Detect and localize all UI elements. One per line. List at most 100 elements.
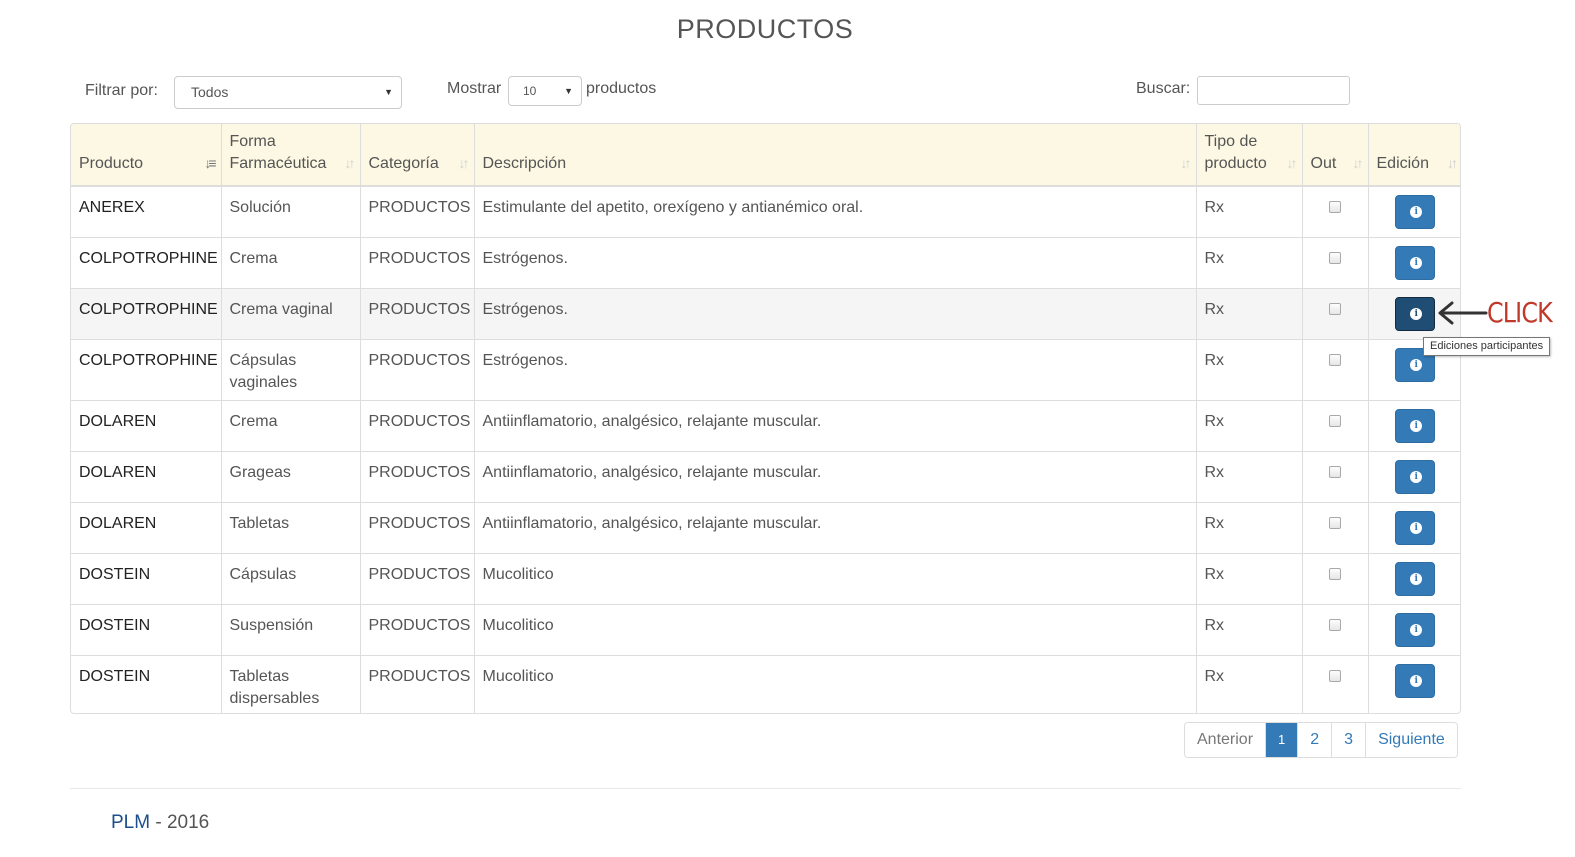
table-row: DOSTEIN Suspensión PRODUCTOS Mucolitico Rx i	[71, 603, 1460, 655]
category-cell: PRODUCTOS	[360, 399, 475, 451]
editions-info-button[interactable]: i	[1395, 663, 1436, 698]
editions-info-button[interactable]: i	[1395, 612, 1436, 647]
product-type-cell: Rx	[1196, 450, 1303, 502]
click-annotation: CLICK	[1487, 296, 1553, 329]
editions-info-button[interactable]: i	[1395, 459, 1436, 494]
page-size-value: 10	[523, 84, 537, 98]
out-checkbox[interactable]	[1329, 414, 1341, 427]
out-checkbox[interactable]	[1329, 516, 1341, 529]
category-cell: PRODUCTOS	[360, 603, 475, 655]
column-header-label: Forma Farmacéutica	[229, 133, 327, 172]
out-checkbox[interactable]	[1329, 567, 1341, 580]
product-type-cell: Rx	[1196, 654, 1303, 713]
category-cell: PRODUCTOS	[360, 185, 475, 237]
out-checkbox[interactable]	[1329, 251, 1341, 264]
products-table: Producto ↓≡ Forma Farmacéutica ↓↑ Categoría ↓…	[70, 123, 1461, 714]
footer-separator: -	[155, 812, 162, 833]
column-header-1[interactable]: Forma Farmacéutica ↓↑	[221, 124, 361, 187]
pharma-form-cell: Cápsulas vaginales	[221, 338, 361, 400]
tooltip: Ediciones participantes	[1423, 337, 1551, 356]
search-input[interactable]	[1197, 76, 1350, 105]
filter-select[interactable]: Todos ▼	[174, 76, 402, 109]
description-cell: Antiinflamatorio, analgésico, relajante …	[474, 501, 1197, 553]
table-row: DOLAREN Tabletas PRODUCTOS Antiinflamatorio…	[71, 501, 1460, 553]
editions-info-button[interactable]: i	[1395, 510, 1436, 545]
pagination-page-1[interactable]: 1	[1265, 723, 1298, 757]
pagination-page-2[interactable]: 2	[1297, 723, 1332, 757]
out-checkbox[interactable]	[1329, 302, 1341, 315]
column-header-3[interactable]: Descripción ↓↑	[474, 124, 1197, 187]
arrow-left-icon	[1438, 301, 1488, 325]
out-cell	[1302, 603, 1369, 655]
description-cell: Estrógenos.	[474, 287, 1197, 339]
editions-info-button[interactable]: i	[1395, 561, 1436, 596]
page-size-select[interactable]: 10 ▼	[508, 76, 582, 106]
out-checkbox[interactable]	[1329, 201, 1341, 213]
pharma-form-cell: Solución	[221, 185, 361, 237]
category-cell: PRODUCTOS	[360, 654, 475, 713]
category-cell: PRODUCTOS	[360, 501, 475, 553]
edit-cell: i	[1368, 654, 1460, 713]
info-circle-icon: i	[1410, 206, 1423, 218]
column-header-5[interactable]: Out ↓↑	[1302, 124, 1369, 187]
product-name-cell: DOSTEIN	[71, 552, 222, 604]
out-checkbox[interactable]	[1329, 669, 1341, 682]
edit-cell: i	[1368, 450, 1460, 502]
table-row: DOSTEIN Cápsulas PRODUCTOS Mucolitico Rx i	[71, 552, 1460, 604]
editions-info-button[interactable]: i	[1395, 245, 1436, 280]
category-cell: PRODUCTOS	[360, 450, 475, 502]
column-header-0[interactable]: Producto ↓≡	[71, 124, 222, 187]
category-cell: PRODUCTOS	[360, 552, 475, 604]
product-name-cell: DOLAREN	[71, 450, 222, 502]
edit-cell: i	[1368, 501, 1460, 553]
editions-info-button[interactable]: i	[1395, 408, 1436, 443]
pagination: Anterior 1 2 3 Siguiente	[1184, 722, 1458, 758]
edit-cell: i	[1368, 552, 1460, 604]
description-cell: Mucolitico	[474, 654, 1197, 713]
column-header-label: Edición	[1376, 155, 1429, 172]
out-checkbox[interactable]	[1329, 465, 1341, 478]
column-header-4[interactable]: Tipo de producto ↓↑	[1196, 124, 1303, 187]
edit-cell: i	[1368, 603, 1460, 655]
product-name-cell: COLPOTROPHINE	[71, 236, 222, 288]
out-cell	[1302, 236, 1369, 288]
pharma-form-cell: Suspensión	[221, 603, 361, 655]
product-name-cell: DOLAREN	[71, 399, 222, 451]
pharma-form-cell: Cápsulas	[221, 552, 361, 604]
column-header-label: Categoría	[368, 155, 439, 172]
table-row: DOLAREN Crema PRODUCTOS Antiinflamatorio, a…	[71, 399, 1460, 451]
table-controls: Filtrar por: Todos ▼ Mostrar 10 ▼ produc…	[0, 76, 1575, 110]
out-cell	[1302, 399, 1369, 451]
column-header-2[interactable]: Categoría ↓↑	[360, 124, 475, 187]
pagination-prev[interactable]: Anterior	[1185, 723, 1266, 757]
info-circle-icon: i	[1410, 572, 1423, 585]
pharma-form-cell: Grageas	[221, 450, 361, 502]
info-circle-icon: i	[1410, 521, 1423, 534]
editions-info-button[interactable]: i	[1395, 195, 1436, 229]
out-cell	[1302, 338, 1369, 400]
category-cell: PRODUCTOS	[360, 236, 475, 288]
sort-icon: ↓↑	[344, 155, 356, 171]
editions-info-button[interactable]: i	[1395, 296, 1436, 331]
out-checkbox[interactable]	[1329, 353, 1341, 366]
footer: PLM - 2016	[111, 812, 209, 834]
pagination-next[interactable]: Siguiente	[1365, 723, 1457, 757]
sort-icon: ↓↑	[458, 155, 470, 171]
description-cell: Estrógenos.	[474, 338, 1197, 400]
out-cell	[1302, 287, 1369, 339]
edit-cell: i	[1368, 399, 1460, 451]
column-header-6[interactable]: Edición ↓↑	[1368, 124, 1460, 187]
table-row: COLPOTROPHINE Cápsulas vaginales PRODUCTOS…	[71, 338, 1460, 400]
info-circle-icon: i	[1410, 674, 1423, 687]
pharma-form-cell: Tabletas dispersables	[221, 654, 361, 713]
table-body: ANEREX Solución PRODUCTOS Estimulante del a…	[71, 185, 1460, 713]
pagination-page-3[interactable]: 3	[1331, 723, 1366, 757]
product-name-cell: DOLAREN	[71, 501, 222, 553]
filter-label: Filtrar por:	[85, 82, 158, 99]
sort-icon: ↓↑	[1180, 155, 1192, 171]
pharma-form-cell: Crema	[221, 399, 361, 451]
page-title: PRODUCTOS	[676, 14, 854, 44]
out-checkbox[interactable]	[1329, 618, 1341, 631]
table-row: COLPOTROPHINE Crema vaginal PRODUCTOS Estró…	[71, 287, 1460, 339]
out-cell	[1302, 552, 1369, 604]
